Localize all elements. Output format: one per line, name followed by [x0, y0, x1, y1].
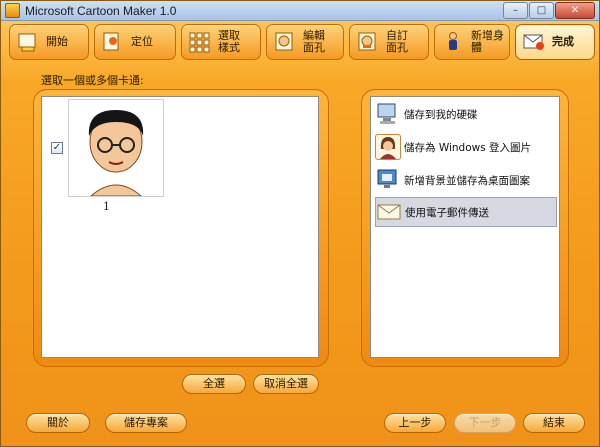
toolbar-position[interactable]: 定位: [94, 24, 176, 60]
custom-face-icon: [356, 30, 380, 54]
app-window: Microsoft Cartoon Maker 1.0 – □ ✕ 開始 定位 …: [0, 0, 600, 447]
edit-face-icon: [273, 30, 297, 54]
email-icon: [376, 199, 402, 225]
toolbar-add-body[interactable]: 新增身體: [434, 24, 510, 60]
option-windows-login-picture-label: 儲存為 Windows 登入圖片: [404, 141, 532, 154]
toolbar-style[interactable]: 選取 樣式: [181, 24, 261, 60]
desktop-image-icon: [375, 167, 401, 193]
cartoon-checkbox[interactable]: ✓: [51, 142, 63, 154]
toolbar-style-label: 選取 樣式: [218, 29, 240, 54]
toolbar-custom-face-label: 自訂 面孔: [386, 29, 408, 54]
toolbar-edit-face[interactable]: 編輯 面孔: [266, 24, 344, 60]
save-project-button[interactable]: 儲存專案: [105, 413, 187, 433]
home-icon: [16, 30, 40, 54]
maximize-button[interactable]: □: [529, 2, 554, 19]
about-button[interactable]: 關於: [26, 413, 90, 433]
cartoon-label: 1: [103, 200, 110, 213]
finish-button[interactable]: 結束: [523, 413, 585, 433]
computer-icon: [375, 101, 401, 127]
next-button: 下一步: [454, 413, 516, 433]
close-button[interactable]: ✕: [555, 2, 595, 19]
title-bar[interactable]: Microsoft Cartoon Maker 1.0 – □ ✕: [1, 1, 599, 21]
toolbar-custom-face[interactable]: 自訂 面孔: [349, 24, 429, 60]
toolbar-start[interactable]: 開始: [9, 24, 89, 60]
toolbar-add-body-label: 新增身體: [471, 29, 504, 54]
option-send-email[interactable]: 使用電子郵件傳送: [375, 197, 557, 227]
wizard-toolbar: 開始 定位 選取 樣式 編輯 面孔 自訂 面孔 新增身體 完成: [5, 21, 595, 63]
finish-icon: [522, 30, 546, 54]
avatar-icon: [375, 134, 401, 160]
option-windows-login-picture[interactable]: 儲存為 Windows 登入圖片: [375, 132, 557, 162]
position-icon: [101, 30, 125, 54]
style-grid-icon: [188, 30, 212, 54]
option-desktop-background-label: 新增背景並儲存為桌面圖案: [404, 174, 530, 187]
deselect-all-button[interactable]: 取消全選: [253, 374, 319, 394]
option-desktop-background[interactable]: 新增背景並儲存為桌面圖案: [375, 165, 557, 195]
toolbar-finish[interactable]: 完成: [515, 24, 595, 60]
option-save-to-disk-label: 儲存到我的硬碟: [404, 108, 478, 121]
cartoon-thumbnail[interactable]: [68, 99, 164, 197]
toolbar-start-label: 開始: [46, 35, 68, 48]
back-button[interactable]: 上一步: [384, 413, 446, 433]
toolbar-edit-face-label: 編輯 面孔: [303, 29, 325, 54]
toolbar-finish-label: 完成: [552, 35, 574, 48]
window-title: Microsoft Cartoon Maker 1.0: [25, 4, 177, 18]
app-logo-icon: [5, 3, 20, 18]
minimize-button[interactable]: –: [503, 2, 528, 19]
body-icon: [441, 30, 465, 54]
option-save-to-disk[interactable]: 儲存到我的硬碟: [375, 99, 557, 129]
select-all-button[interactable]: 全選: [182, 374, 246, 394]
toolbar-position-label: 定位: [131, 35, 153, 48]
selection-prompt: 選取一個或多個卡通:: [41, 74, 144, 87]
option-send-email-label: 使用電子郵件傳送: [405, 206, 489, 219]
